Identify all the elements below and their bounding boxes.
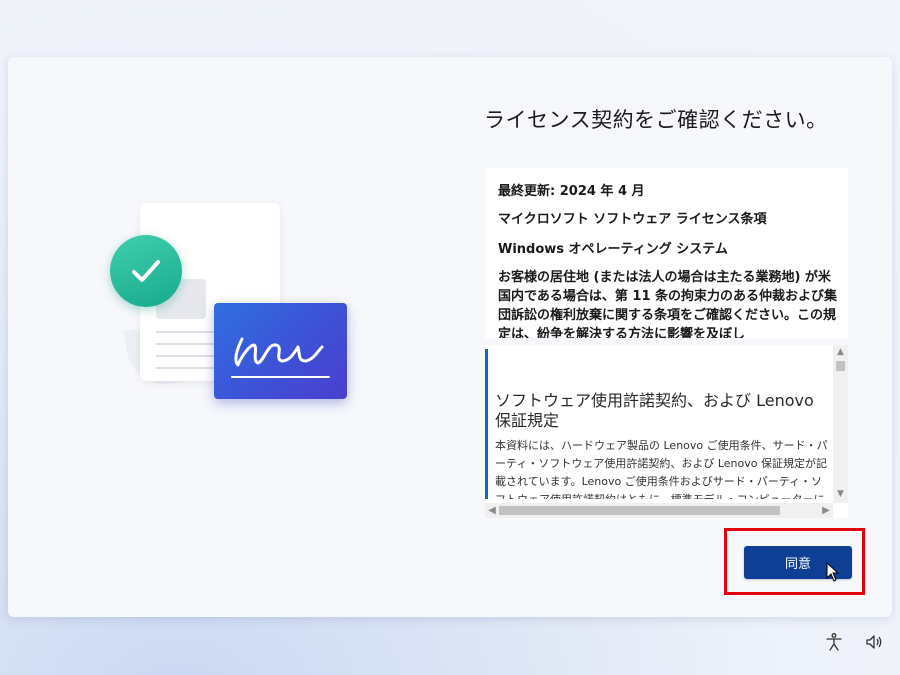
license-heading: マイクロソフト ソフトウェア ライセンス条項 [498,212,767,227]
lenovo-agreement-heading: ソフトウェア使用許諾契約、および Lenovo 保証規定 [495,391,814,430]
document-line [156,355,214,357]
last-updated-text: 最終更新: 2024 年 4 月 [498,184,645,199]
lenovo-agreement-body: 本資料には、ハードウェア製品の Lenovo ご使用条件、サード・パーティ・ソフ… [495,439,828,499]
document-line [156,331,214,333]
page-title: ライセンス契約をご確認ください。 [484,108,828,132]
document-content: ソフトウェア使用許諾契約、および Lenovo 保証規定 本資料には、ハードウェ… [485,349,834,499]
document-line [156,367,214,369]
scroll-up-icon[interactable]: ▲ [833,345,848,359]
horizontal-scroll-thumb[interactable] [499,506,780,515]
arbitration-paragraph: お客様の居住地 (または法人の場合は主たる業務地) が米国内である場合は、第 1… [498,270,838,338]
signature-icon [214,303,347,399]
horizontal-scrollbar[interactable]: ◀ ▶ [485,503,833,518]
license-illustration [100,175,360,445]
os-heading: Windows オペレーティング システム [498,242,728,257]
scroll-down-icon[interactable]: ▼ [833,487,848,501]
scroll-left-icon[interactable]: ◀ [485,503,499,518]
license-summary[interactable]: 最終更新: 2024 年 4 月 マイクロソフト ソフトウェア ライセンス条項 … [485,168,848,338]
checkmark-icon [110,235,182,307]
volume-icon[interactable] [864,632,884,652]
license-document-viewer[interactable]: ソフトウェア使用許諾契約、および Lenovo 保証規定 本資料には、ハードウェ… [485,345,848,518]
vertical-scrollbar[interactable]: ▲ ▼ [833,345,848,503]
accessibility-icon[interactable] [824,632,844,652]
document-line [156,343,214,345]
mouse-cursor-icon [826,562,840,582]
vertical-scroll-thumb[interactable] [836,361,845,371]
scroll-right-icon[interactable]: ▶ [819,503,833,518]
